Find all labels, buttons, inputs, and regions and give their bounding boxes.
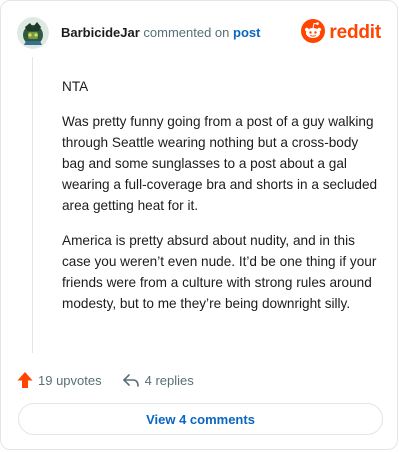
reddit-logo[interactable]: reddit [301,18,381,48]
upvote-count: 19 upvotes [38,372,102,388]
comment-paragraph: NTA [62,79,89,94]
commented-on-text: commented on [143,25,230,40]
post-link[interactable]: post [233,25,260,40]
embedded-comment-card: BarbicideJar commented on post reddit NT… [0,0,398,450]
comment-header: BarbicideJar commented on post reddit [17,17,381,53]
reply-count: 4 replies [144,372,194,388]
reply-arrow-icon [122,372,140,388]
username-link[interactable]: BarbicideJar [61,25,140,40]
upvote-button[interactable]: 19 upvotes [17,371,102,389]
view-comments-button[interactable]: View 4 comments [18,403,383,435]
reddit-alien-icon [301,18,326,48]
comment-meta: BarbicideJar commented on post [61,25,260,41]
comment-paragraph: Was pretty funny going from a post of a … [62,114,378,213]
replies-button[interactable]: 4 replies [122,372,194,388]
comment-body: NTA Was pretty funny going from a post o… [62,76,382,328]
user-avatar-icon[interactable] [17,17,49,49]
thread-line [32,57,33,353]
comment-paragraph: America is pretty absurd about nudity, a… [62,233,377,311]
comment-actions: 19 upvotes 4 replies [17,370,194,390]
reddit-wordmark: reddit [329,22,381,43]
upvote-arrow-icon [17,371,33,389]
